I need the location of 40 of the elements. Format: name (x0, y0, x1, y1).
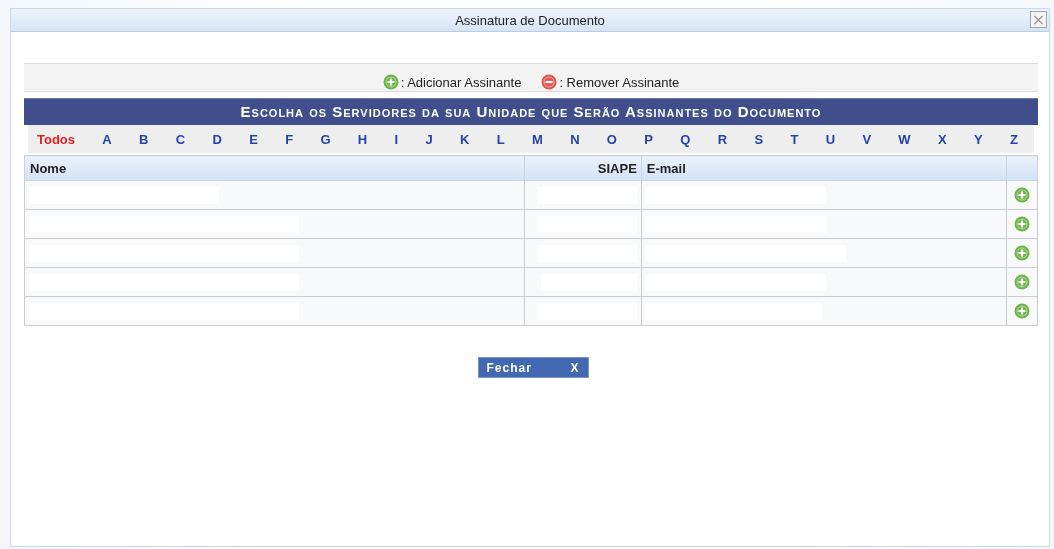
column-header: SIAPE (524, 155, 642, 181)
add-button[interactable] (1014, 216, 1030, 232)
letter-link[interactable]: M (532, 131, 543, 147)
letter-link[interactable]: N (570, 131, 580, 147)
letter-link[interactable]: Q (680, 131, 691, 147)
letter-link[interactable]: X (937, 131, 947, 147)
letter-link[interactable]: H (357, 131, 368, 147)
section-heading: Escolha os Servidores da sua Unidade que Serão Assinantes do Documento (24, 98, 1038, 125)
letter-link[interactable]: E (249, 131, 258, 147)
letter-link[interactable]: L (496, 131, 505, 147)
letter-link[interactable]: A (102, 131, 112, 147)
legend-label: : Adicionar Assinante (400, 74, 522, 90)
column-header: Nome (24, 155, 525, 181)
column-header: E-mail (641, 155, 1007, 181)
letter-link[interactable]: S (754, 131, 764, 147)
letter-link[interactable]: B (139, 131, 149, 147)
letter-link[interactable]: Y (973, 131, 983, 147)
close-button[interactable]: Fechar X (477, 357, 589, 378)
letter-link[interactable]: C (175, 131, 186, 147)
letter-link[interactable]: Todos (37, 131, 76, 147)
letter-link[interactable]: J (425, 131, 433, 147)
add-button[interactable] (1014, 274, 1030, 290)
letter-link[interactable]: F (285, 131, 294, 147)
letter-link[interactable]: K (460, 131, 470, 147)
letter-link[interactable]: U (825, 131, 836, 147)
legend-label: : Remover Assinante (559, 74, 680, 90)
letter-link[interactable]: O (606, 131, 617, 147)
add-button[interactable] (1014, 245, 1030, 261)
window-title: Assinatura de Documento (455, 12, 605, 28)
letter-link[interactable]: R (717, 131, 728, 147)
letter-link[interactable]: W (898, 131, 911, 147)
letter-link[interactable]: Z (1009, 131, 1018, 147)
letter-link[interactable]: V (862, 131, 872, 147)
letter-link[interactable]: D (212, 131, 222, 147)
add-button[interactable] (1014, 303, 1030, 319)
letter-link[interactable]: P (644, 131, 653, 147)
letter-link[interactable]: G (320, 131, 331, 147)
add-button[interactable] (1014, 187, 1030, 203)
letter-link[interactable]: T (790, 131, 799, 147)
letter-link[interactable]: I (394, 131, 399, 147)
